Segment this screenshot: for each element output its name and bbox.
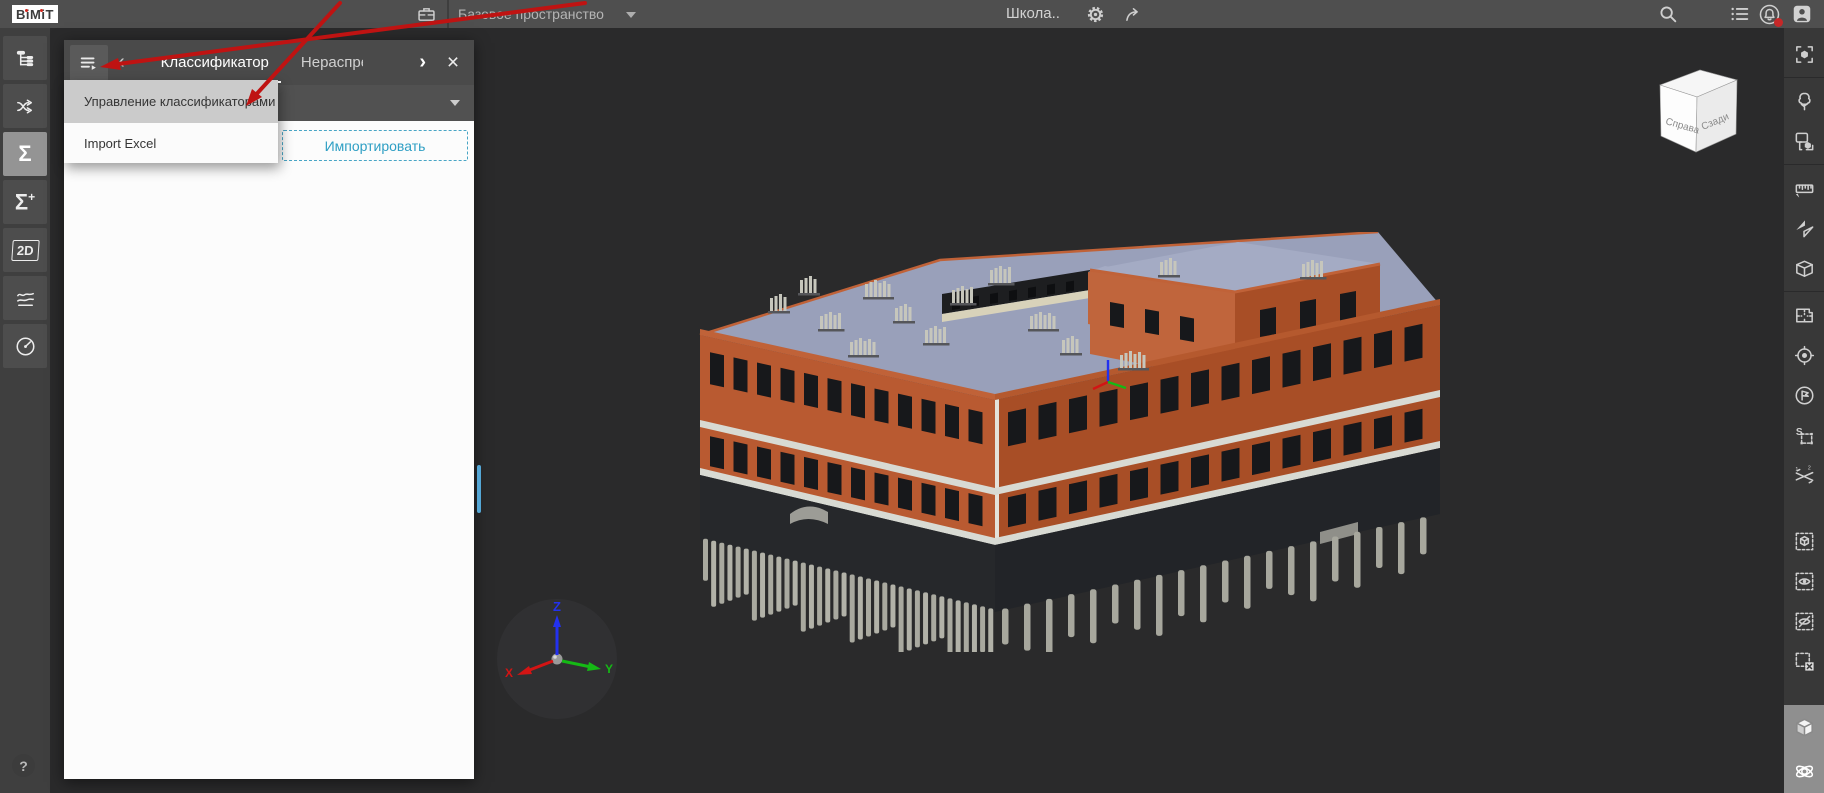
measure-ruler-icon <box>1793 177 1816 200</box>
notification-badge <box>1774 18 1783 27</box>
search-icon[interactable] <box>1656 2 1680 26</box>
viewpoint-flag-icon <box>1793 384 1816 407</box>
project-title: Школа.. <box>1006 5 1060 22</box>
clip-box-icon <box>1793 257 1816 280</box>
tool-clip-plane[interactable] <box>1787 211 1821 245</box>
orbit-mode-icon <box>1793 760 1816 783</box>
select-focus-icon <box>1793 43 1816 66</box>
grid-axes-icon: 12 <box>1793 464 1816 487</box>
tab-unallocated[interactable]: Нераспре <box>285 40 363 85</box>
panel-tabs: Классификатор Нераспре <box>145 40 363 85</box>
hide-selection-icon <box>1793 610 1816 633</box>
clip-plane-icon <box>1793 217 1816 240</box>
panel-menu-button[interactable] <box>70 44 108 81</box>
workspace-selector[interactable]: Базовое пространство <box>458 0 604 28</box>
selection-groups-icon <box>1793 130 1816 153</box>
spaces-tree-icon <box>1793 90 1816 113</box>
help-button[interactable]: ? <box>12 754 35 777</box>
tool-clip-box[interactable] <box>1787 251 1821 285</box>
share-icon[interactable] <box>1121 2 1145 26</box>
logo-accent-dot <box>40 9 43 12</box>
tool-measure-ruler[interactable] <box>1787 171 1821 205</box>
navigation-cube[interactable]: Справа Сзади <box>1645 60 1745 165</box>
gauge-icon <box>14 335 37 358</box>
tabs-back-chevron[interactable]: ‹ <box>108 40 135 85</box>
settings-gear-icon[interactable] <box>1083 2 1107 26</box>
shading-mode-icon <box>1793 716 1816 739</box>
locate-point-icon <box>1793 344 1816 367</box>
sidebar-item-classifier[interactable]: Σ <box>3 132 47 176</box>
sidebar-item-classifier-new[interactable]: Σ+ <box>3 180 47 224</box>
building-model <box>690 232 1450 652</box>
sidebar-item-connections[interactable] <box>3 84 47 128</box>
tool-grid-axes[interactable]: 12 <box>1787 458 1821 492</box>
app-logo: BiMiT <box>12 5 58 23</box>
tool-isolate-selection[interactable] <box>1787 524 1821 558</box>
tool-selection-set[interactable]: S <box>1787 418 1821 452</box>
svg-text:1: 1 <box>1795 467 1798 473</box>
axis-z-label: Z <box>553 599 561 614</box>
tabs-forward-chevron[interactable]: › <box>409 40 436 85</box>
sidebar-item-model-tree[interactable] <box>3 36 47 80</box>
menu-item-manage-classifiers[interactable]: Управление классификаторами <box>64 80 278 123</box>
sidebar-item-dashboard[interactable] <box>3 324 47 368</box>
toolbar-divider <box>1784 291 1824 292</box>
chart-lines-icon <box>14 287 37 310</box>
top-bar: BiMiT Базовое пространство Школа.. <box>0 0 1824 28</box>
tab-classifier[interactable]: Классификатор <box>145 40 285 85</box>
workspace-caret-icon[interactable] <box>626 12 636 18</box>
tool-spaces-tree[interactable] <box>1787 84 1821 118</box>
topbar-divider <box>447 0 449 28</box>
documents-2d-glyph-icon: 2D <box>10 239 40 261</box>
menu-item-import-excel[interactable]: Import Excel <box>64 123 278 163</box>
workspace-briefcase-icon[interactable] <box>414 2 438 26</box>
tool-show-selection[interactable] <box>1787 564 1821 598</box>
panel-header: ‹ Классификатор Нераспре › × <box>64 40 474 85</box>
tool-shading-mode[interactable] <box>1784 705 1824 749</box>
panel-close-button[interactable]: × <box>436 40 470 85</box>
selection-set-icon: S <box>1793 424 1816 447</box>
clear-selection-icon <box>1793 650 1816 673</box>
left-toolbar: Σ Σ+ 2D ? <box>0 28 50 793</box>
list-icon[interactable] <box>1728 2 1752 26</box>
logo-accent-dot <box>25 9 28 12</box>
tree-hierarchy-icon <box>14 47 37 70</box>
classifier-new-glyph-icon: Σ+ <box>14 189 36 215</box>
axis-y-label: Y <box>605 662 613 676</box>
import-button[interactable]: Импортировать <box>282 130 468 161</box>
axis-gizmo[interactable]: Z X Y <box>495 597 620 722</box>
tool-select-focus[interactable] <box>1787 37 1821 71</box>
sidebar-item-graphs[interactable] <box>3 276 47 320</box>
axis-x-label: X <box>505 666 513 680</box>
tool-locate-point[interactable] <box>1787 338 1821 372</box>
tool-selection-groups[interactable] <box>1787 124 1821 158</box>
sidebar-item-documents-2d[interactable]: 2D <box>3 228 47 272</box>
tool-hide-selection[interactable] <box>1787 604 1821 638</box>
tool-orbit-mode[interactable] <box>1784 749 1824 793</box>
floorplan-view-icon <box>1793 304 1816 327</box>
toolbar-divider <box>1784 77 1824 78</box>
panel-context-menu: Управление классификаторами Import Excel <box>64 80 278 163</box>
shuffle-icon <box>14 95 37 118</box>
tool-viewpoint-flag[interactable] <box>1787 378 1821 412</box>
toolbar-divider <box>1784 164 1824 165</box>
panel-scrollbar-thumb[interactable] <box>477 465 481 513</box>
tool-clear-selection[interactable] <box>1787 644 1821 678</box>
notifications-bell-icon[interactable] <box>1757 2 1783 27</box>
show-selection-icon <box>1793 570 1816 593</box>
isolate-selection-icon <box>1793 530 1816 553</box>
svg-text:2: 2 <box>1807 465 1810 471</box>
right-toolbar: S12 <box>1784 28 1824 793</box>
select-caret-icon <box>450 100 460 106</box>
account-icon[interactable] <box>1790 2 1814 26</box>
app-logo-text: BiMiT <box>16 6 54 22</box>
tool-floorplan-view[interactable] <box>1787 298 1821 332</box>
classifier-glyph-icon: Σ <box>18 141 32 166</box>
